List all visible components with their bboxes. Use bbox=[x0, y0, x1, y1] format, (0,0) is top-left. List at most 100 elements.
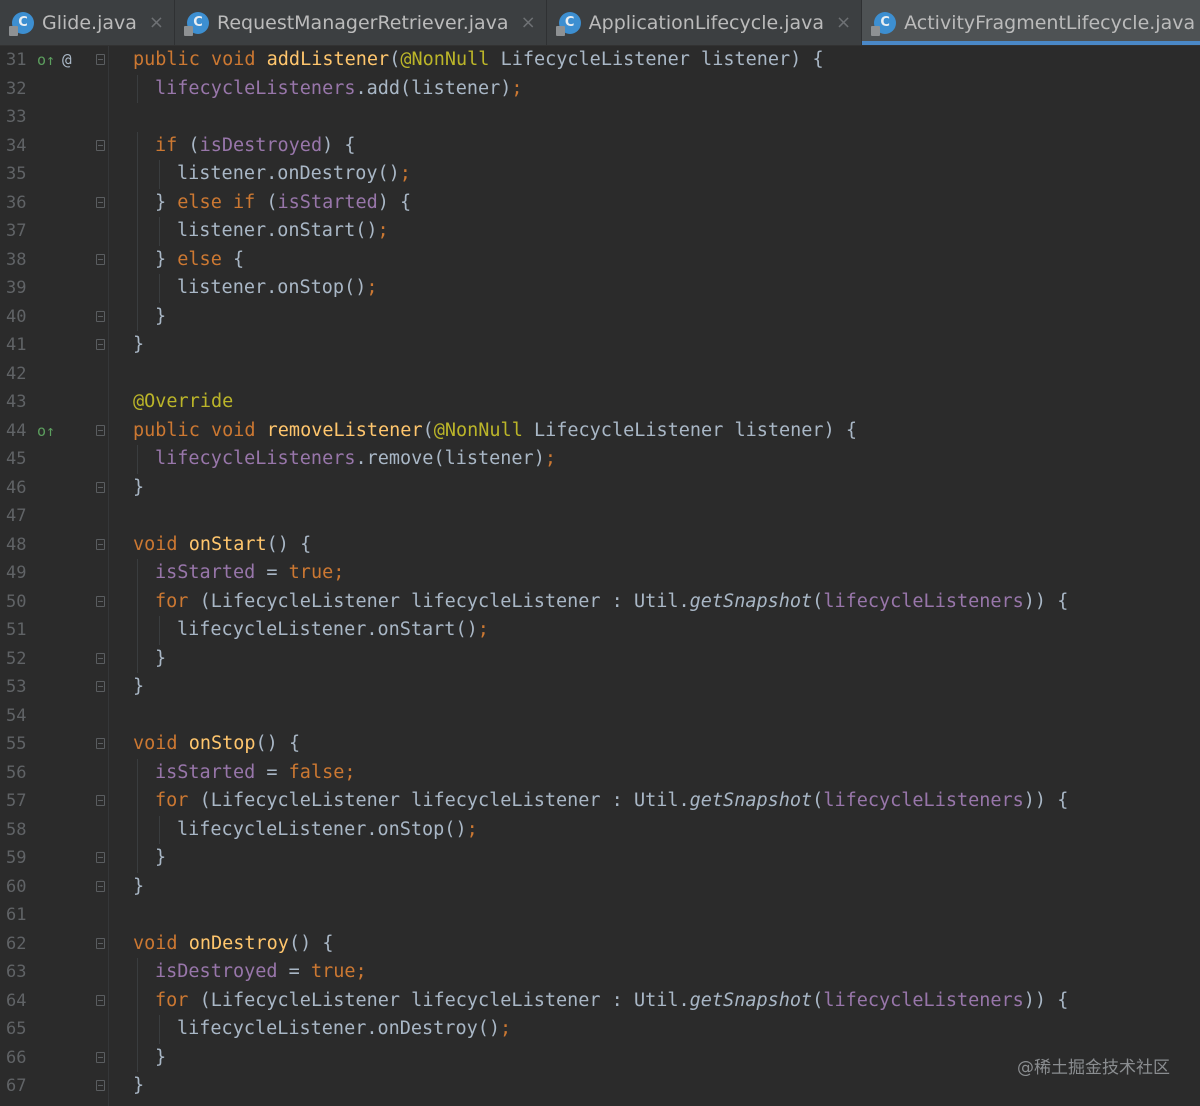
fold-toggle-icon[interactable] bbox=[96, 54, 105, 65]
code-line[interactable]: 43 @Override bbox=[0, 388, 1200, 416]
fold-toggle-icon[interactable] bbox=[96, 139, 105, 151]
code-line[interactable]: 49 isStarted = true; bbox=[0, 559, 1200, 588]
code-token: ( bbox=[422, 419, 434, 441]
override-marker-icon[interactable]: @ bbox=[62, 46, 72, 74]
code-line[interactable]: 42 bbox=[0, 360, 1200, 388]
fold-toggle-icon[interactable] bbox=[96, 652, 105, 664]
code-text: } bbox=[133, 474, 144, 502]
code-line[interactable]: 39 listener.onStop(); bbox=[0, 274, 1200, 303]
watermark: @稀土掘金技术社区 bbox=[1017, 1058, 1170, 1078]
code-token: .add(listener) bbox=[355, 77, 512, 99]
code-line[interactable]: 36} else if (isStarted) { bbox=[0, 188, 1200, 217]
code-line[interactable]: 45 lifecycleListeners.remove(listener); bbox=[0, 445, 1200, 474]
code-line[interactable]: 41} bbox=[0, 331, 1200, 359]
tab-activityfragmentlifecycle-java[interactable]: CActivityFragmentLifecycle.java× bbox=[862, 0, 1200, 45]
code-line[interactable]: 51 lifecycleListener.onStart(); bbox=[0, 616, 1200, 645]
code-text: lifecycleListeners.add(listener); bbox=[155, 75, 523, 103]
code-line[interactable]: 48 void onStart() { bbox=[0, 531, 1200, 559]
code-token: for bbox=[155, 590, 200, 612]
fold-toggle-icon[interactable] bbox=[96, 681, 105, 692]
code-editor[interactable]: 31 o↑ @ public void addListener(@NonNull Li… bbox=[0, 46, 1200, 1106]
line-number: 39 bbox=[6, 278, 27, 298]
code-line[interactable]: 64 for (LifecycleListener lifecycleListen… bbox=[0, 986, 1200, 1015]
code-line[interactable]: 60} bbox=[0, 873, 1200, 901]
indent-guide bbox=[137, 644, 138, 673]
close-icon[interactable]: × bbox=[149, 12, 164, 33]
code-line[interactable]: 53} bbox=[0, 673, 1200, 701]
indent-guide bbox=[137, 844, 138, 873]
code-line[interactable]: 32 lifecycleListeners.add(listener); bbox=[0, 74, 1200, 103]
fold-toggle-icon[interactable] bbox=[96, 795, 105, 806]
implements-method-icon[interactable]: o↑ bbox=[37, 46, 55, 74]
code-line[interactable]: 57 for (LifecycleListener lifecycleListen… bbox=[0, 787, 1200, 816]
code-line[interactable]: 46} bbox=[0, 474, 1200, 502]
code-token: lifecycleListeners bbox=[155, 448, 356, 469]
tab-glide-java[interactable]: C Glide.java × bbox=[0, 0, 175, 45]
code-line[interactable]: 47 bbox=[0, 502, 1200, 530]
code-line[interactable]: 54 bbox=[0, 702, 1200, 730]
fold-toggle-icon[interactable] bbox=[96, 994, 105, 1006]
fold-toggle-icon[interactable] bbox=[96, 937, 105, 949]
code-line[interactable]: 59} bbox=[0, 844, 1200, 873]
code-token: void bbox=[133, 733, 189, 754]
fold-toggle-icon[interactable] bbox=[96, 1080, 105, 1091]
fold-toggle-icon[interactable] bbox=[96, 424, 105, 436]
fold-toggle-icon[interactable] bbox=[96, 852, 105, 863]
code-token: } bbox=[133, 476, 145, 498]
fold-toggle-icon[interactable] bbox=[96, 253, 105, 265]
code-token: @NonNull bbox=[433, 419, 523, 441]
close-icon[interactable]: × bbox=[521, 12, 536, 33]
code-line[interactable]: 61 bbox=[0, 901, 1200, 929]
code-line[interactable]: 58 lifecycleListener.onStop(); bbox=[0, 815, 1200, 844]
code-text: } else if (isStarted) { bbox=[155, 189, 411, 217]
tab-label: RequestManagerRetriever.java bbox=[216, 11, 509, 34]
indent-guide bbox=[137, 302, 138, 331]
fold-toggle-icon[interactable] bbox=[96, 738, 105, 749]
code-line[interactable]: 62 void onDestroy() { bbox=[0, 930, 1200, 958]
code-token: } bbox=[155, 305, 167, 327]
fold-toggle-icon[interactable] bbox=[96, 538, 105, 550]
fold-toggle-icon[interactable] bbox=[96, 339, 105, 350]
code-line[interactable]: 34 if (isDestroyed) { bbox=[0, 131, 1200, 160]
line-number: 57 bbox=[6, 791, 27, 811]
code-text: listener.onStop(); bbox=[177, 274, 378, 302]
code-line[interactable]: 55 void onStop() { bbox=[0, 730, 1200, 758]
indent-guide bbox=[137, 787, 138, 816]
line-number: 31 bbox=[6, 50, 27, 70]
implements-method-icon[interactable]: o↑ bbox=[37, 417, 55, 445]
code-line[interactable]: 40} bbox=[0, 302, 1200, 331]
code-line[interactable]: 50 for (LifecycleListener lifecycleListen… bbox=[0, 587, 1200, 616]
fold-toggle-icon[interactable] bbox=[96, 1051, 105, 1063]
code-text: for (LifecycleListener lifecycleListener… bbox=[155, 588, 1068, 616]
line-number: 50 bbox=[6, 591, 27, 612]
code-line[interactable]: 35 listener.onDestroy(); bbox=[0, 160, 1200, 189]
code-token: )) { bbox=[1023, 590, 1069, 612]
code-line[interactable]: 63 isDestroyed = true; bbox=[0, 958, 1200, 987]
code-token: removeListener bbox=[266, 419, 423, 441]
line-number: 34 bbox=[6, 135, 27, 156]
code-text: lifecycleListener.onStart(); bbox=[177, 616, 489, 644]
code-line[interactable]: 38} else { bbox=[0, 245, 1200, 274]
code-line[interactable]: 31 o↑ @ public void addListener(@NonNull Li… bbox=[0, 46, 1200, 74]
close-icon[interactable]: × bbox=[836, 12, 851, 33]
code-line[interactable]: 65 lifecycleListener.onDestroy(); bbox=[0, 1015, 1200, 1044]
code-line[interactable]: 37 listener.onStart(); bbox=[0, 217, 1200, 246]
code-line[interactable]: 56 isStarted = false; bbox=[0, 758, 1200, 787]
code-line[interactable]: 44 o↑ public void removeListener(@NonNull … bbox=[0, 417, 1200, 445]
editor-tab-bar: C Glide.java × C RequestManagerRetriever.jav… bbox=[0, 0, 1200, 46]
fold-toggle-icon[interactable] bbox=[96, 310, 105, 322]
fold-toggle-icon[interactable] bbox=[96, 595, 105, 607]
fold-toggle-icon[interactable] bbox=[96, 481, 105, 493]
fold-toggle-icon[interactable] bbox=[96, 196, 105, 208]
tab-applicationlifecycle-java[interactable]: C ApplicationLifecycle.java × bbox=[547, 0, 863, 45]
fold-toggle-icon[interactable] bbox=[96, 880, 105, 892]
line-number: 43 bbox=[6, 392, 27, 412]
code-token: ( bbox=[188, 134, 200, 156]
code-token: void bbox=[133, 932, 189, 954]
code-text: } bbox=[155, 844, 166, 872]
code-line[interactable]: 52} bbox=[0, 644, 1200, 673]
code-line[interactable]: 33 bbox=[0, 103, 1200, 131]
tab-requestmanagerretriever-java[interactable]: C RequestManagerRetriever.java × bbox=[175, 0, 547, 45]
line-number: 37 bbox=[6, 221, 27, 241]
code-token: )) { bbox=[1023, 989, 1069, 1011]
